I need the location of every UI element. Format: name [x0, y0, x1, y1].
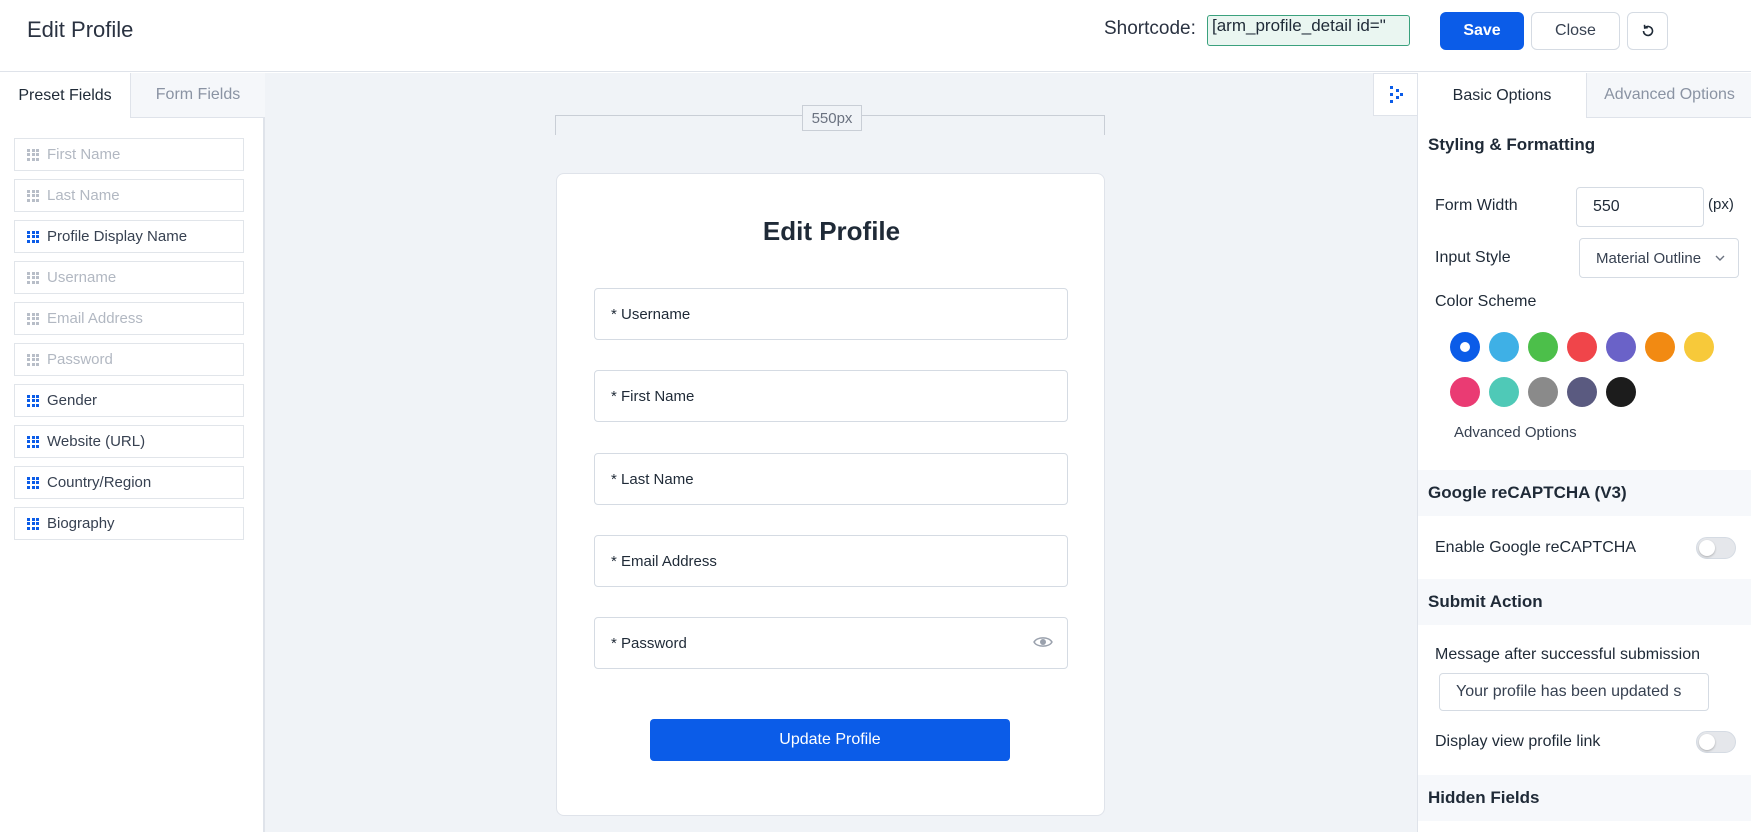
drag-handle-icon: [27, 394, 39, 407]
field-item-biography[interactable]: Biography: [14, 507, 244, 540]
collapse-panel-button[interactable]: [1373, 73, 1418, 116]
advanced-options-link[interactable]: Advanced Options: [1454, 424, 1577, 441]
form-title: Edit Profile: [762, 216, 901, 246]
close-button[interactable]: Close: [1531, 12, 1620, 50]
input-style-label: Input Style: [1435, 249, 1511, 266]
width-ruler-label: 550px: [802, 105, 862, 131]
form-width-label: Form Width: [1435, 197, 1518, 214]
drag-handle-icon: [27, 353, 39, 366]
form-field-last-name[interactable]: * Last Name: [594, 453, 1068, 505]
field-item-label: Username: [47, 269, 117, 286]
color-swatch[interactable]: [1606, 332, 1636, 362]
drag-handle-icon: [27, 435, 39, 448]
input-style-select[interactable]: Material Outline: [1579, 238, 1739, 278]
field-item-first-name[interactable]: First Name: [14, 138, 244, 171]
shortcode-input[interactable]: [arm_profile_detail id=": [1207, 15, 1410, 46]
color-swatch[interactable]: [1450, 332, 1480, 362]
tab-basic-options[interactable]: Basic Options: [1418, 73, 1586, 118]
color-swatch[interactable]: [1528, 377, 1558, 407]
chevron-down-icon: [1714, 251, 1726, 268]
field-item-label: Biography: [47, 515, 115, 532]
tab-form-fields[interactable]: Form Fields: [130, 73, 265, 118]
field-item-username[interactable]: Username: [14, 261, 244, 294]
dots-grid-icon: [1389, 85, 1403, 103]
shortcode-label: Shortcode:: [1104, 18, 1196, 39]
color-swatch[interactable]: [1489, 332, 1519, 362]
field-item-label: Last Name: [47, 187, 120, 204]
form-canvas: 550px Edit Profile * Username * First Na…: [265, 73, 1417, 832]
field-item-label: Password: [47, 351, 113, 368]
form-field-label: * Password: [611, 634, 687, 652]
color-swatch[interactable]: [1606, 377, 1636, 407]
save-button[interactable]: Save: [1440, 12, 1524, 50]
color-swatch[interactable]: [1450, 377, 1480, 407]
update-profile-button[interactable]: Update Profile: [650, 719, 1010, 761]
drag-handle-icon: [27, 476, 39, 489]
form-field-email-address[interactable]: * Email Address: [594, 535, 1068, 587]
field-item-label: First Name: [47, 146, 121, 163]
drag-handle-icon: [27, 271, 39, 284]
field-item-label: Email Address: [47, 310, 143, 327]
top-header: Edit Profile Shortcode: [arm_profile_det…: [0, 0, 1751, 72]
field-item-profile-display-name[interactable]: Profile Display Name: [14, 220, 244, 253]
reset-icon: [1642, 24, 1653, 37]
input-style-value: Material Outline: [1596, 249, 1702, 267]
field-item-label: Profile Display Name: [47, 228, 188, 245]
form-width-unit: (px): [1708, 196, 1734, 213]
right-panel: Basic Options Advanced Options Styling &…: [1373, 73, 1751, 832]
eye-icon[interactable]: [1033, 635, 1053, 653]
recaptcha-toggle[interactable]: [1696, 537, 1736, 559]
field-item-label: Website (URL): [47, 433, 146, 450]
drag-handle-icon: [27, 189, 39, 202]
color-swatch[interactable]: [1645, 332, 1675, 362]
section-recaptcha-heading: Google reCAPTCHA (V3): [1418, 470, 1751, 516]
section-submit-action-heading: Submit Action: [1418, 579, 1751, 625]
drag-handle-icon: [27, 312, 39, 325]
form-preview: Edit Profile * Username * First Name * L…: [556, 173, 1105, 816]
drag-handle-icon: [27, 148, 39, 161]
left-panel: Preset Fields Form Fields First Name Las…: [0, 73, 265, 832]
color-swatch[interactable]: [1567, 377, 1597, 407]
field-item-last-name[interactable]: Last Name: [14, 179, 244, 212]
field-item-label: Country/Region: [47, 474, 152, 491]
view-profile-link-toggle[interactable]: [1696, 731, 1736, 753]
form-field-password[interactable]: * Password: [594, 617, 1068, 669]
form-field-username[interactable]: * Username: [594, 288, 1068, 340]
section-hidden-fields-heading: Hidden Fields: [1418, 775, 1751, 821]
color-swatch[interactable]: [1528, 332, 1558, 362]
tab-advanced-options[interactable]: Advanced Options: [1586, 73, 1751, 118]
field-item-label: Gender: [47, 392, 98, 409]
field-item-website[interactable]: Website (URL): [14, 425, 244, 458]
drag-handle-icon: [27, 230, 39, 243]
drag-handle-icon: [27, 517, 39, 530]
field-item-password[interactable]: Password: [14, 343, 244, 376]
color-swatch[interactable]: [1567, 332, 1597, 362]
enable-recaptcha-label: Enable Google reCAPTCHA: [1435, 539, 1636, 556]
tab-preset-fields[interactable]: Preset Fields: [0, 73, 130, 118]
color-swatch[interactable]: [1684, 332, 1714, 362]
field-item-email-address[interactable]: Email Address: [14, 302, 244, 335]
left-tabs: Preset Fields Form Fields: [0, 73, 265, 118]
view-profile-link-label: Display view profile link: [1435, 733, 1601, 750]
field-item-gender[interactable]: Gender: [14, 384, 244, 417]
reset-button[interactable]: [1627, 12, 1668, 50]
form-field-first-name[interactable]: * First Name: [594, 370, 1068, 422]
color-scheme-label: Color Scheme: [1435, 293, 1537, 310]
success-message-input[interactable]: Your profile has been updated s: [1439, 673, 1709, 711]
success-message-label: Message after successful submission: [1435, 646, 1700, 663]
page-title: Edit Profile: [27, 17, 134, 42]
color-swatch[interactable]: [1489, 377, 1519, 407]
field-item-country-region[interactable]: Country/Region: [14, 466, 244, 499]
form-width-input[interactable]: 550: [1576, 187, 1704, 227]
preset-field-list: First Name Last Name Profile Display Nam…: [14, 138, 244, 548]
section-styling-heading: Styling & Formatting: [1418, 122, 1751, 168]
